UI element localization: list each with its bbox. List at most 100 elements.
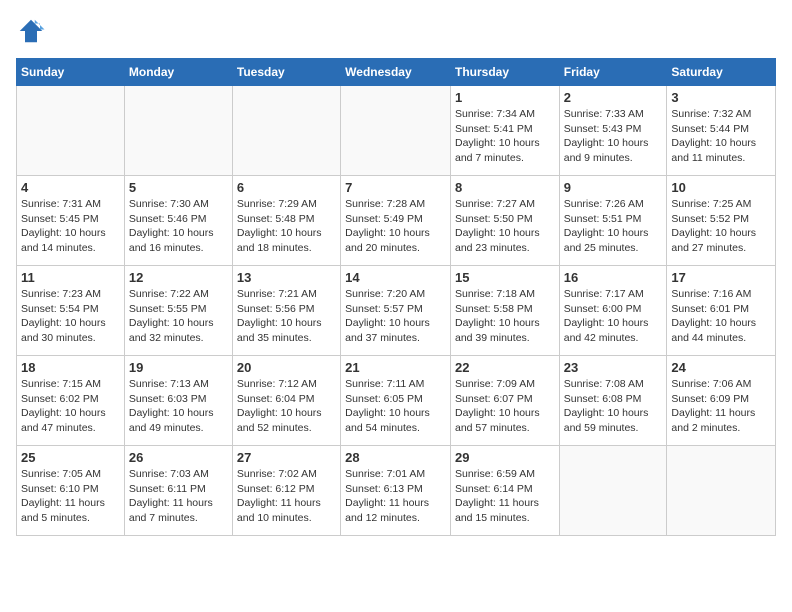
day-info: Sunrise: 7:08 AM Sunset: 6:08 PM Dayligh…: [564, 377, 663, 436]
logo: [16, 16, 50, 46]
calendar-cell: [667, 446, 776, 536]
day-info: Sunrise: 7:16 AM Sunset: 6:01 PM Dayligh…: [671, 287, 771, 346]
day-info: Sunrise: 7:03 AM Sunset: 6:11 PM Dayligh…: [129, 467, 228, 526]
calendar-week-row: 4 Sunrise: 7:31 AM Sunset: 5:45 PM Daylig…: [17, 176, 776, 266]
weekday-header: Saturday: [667, 59, 776, 86]
weekday-header: Thursday: [450, 59, 559, 86]
day-number: 11: [21, 270, 120, 285]
day-number: 26: [129, 450, 228, 465]
calendar-cell: 15Sunrise: 7:18 AM Sunset: 5:58 PM Dayli…: [450, 266, 559, 356]
calendar-cell: 23 Sunrise: 7:08 AM Sunset: 6:08 PM Dayli…: [559, 356, 667, 446]
day-info: Sunrise: 7:20 AM Sunset: 5:57 PM Dayligh…: [345, 287, 446, 346]
logo-icon: [16, 16, 46, 46]
calendar-week-row: 18 Sunrise: 7:15 AM Sunset: 6:02 PM Dayli…: [17, 356, 776, 446]
calendar-cell: 10 Sunrise: 7:25 AM Sunset: 5:52 PM Dayli…: [667, 176, 776, 266]
day-info: Sunrise: 7:13 AM Sunset: 6:03 PM Dayligh…: [129, 377, 228, 436]
day-info: Sunrise: 7:06 AM Sunset: 6:09 PM Dayligh…: [671, 377, 771, 436]
calendar-cell: 2 Sunrise: 7:33 AM Sunset: 5:43 PM Daylig…: [559, 86, 667, 176]
calendar-week-row: 25 Sunrise: 7:05 AM Sunset: 6:10 PM Dayli…: [17, 446, 776, 536]
calendar-cell: 17 Sunrise: 7:16 AM Sunset: 6:01 PM Dayli…: [667, 266, 776, 356]
day-number: 2: [564, 90, 663, 105]
day-number: 6: [237, 180, 336, 195]
calendar-cell: 29 Sunrise: 6:59 AM Sunset: 6:14 PM Dayli…: [450, 446, 559, 536]
calendar-cell: 12Sunrise: 7:22 AM Sunset: 5:55 PM Dayli…: [124, 266, 232, 356]
calendar-cell: 14 Sunrise: 7:20 AM Sunset: 5:57 PM Dayli…: [341, 266, 451, 356]
day-info: Sunrise: 7:31 AM Sunset: 5:45 PM Dayligh…: [21, 197, 120, 256]
day-number: 25: [21, 450, 120, 465]
day-info: Sunrise: 7:27 AM Sunset: 5:50 PM Dayligh…: [455, 197, 555, 256]
calendar-cell: [559, 446, 667, 536]
day-number: 14: [345, 270, 446, 285]
day-info: Sunrise: 7:30 AM Sunset: 5:46 PM Dayligh…: [129, 197, 228, 256]
calendar-week-row: 11 Sunrise: 7:23 AM Sunset: 5:54 PM Dayli…: [17, 266, 776, 356]
day-info: Sunrise: 7:17 AM Sunset: 6:00 PM Dayligh…: [564, 287, 663, 346]
day-number: 23: [564, 360, 663, 375]
day-number: 15: [455, 270, 555, 285]
calendar-cell: 28 Sunrise: 7:01 AM Sunset: 6:13 PM Dayli…: [341, 446, 451, 536]
day-info: Sunrise: 7:15 AM Sunset: 6:02 PM Dayligh…: [21, 377, 120, 436]
day-number: 16: [564, 270, 663, 285]
day-number: 8: [455, 180, 555, 195]
calendar-cell: 7 Sunrise: 7:28 AM Sunset: 5:49 PM Daylig…: [341, 176, 451, 266]
calendar-cell: [232, 86, 340, 176]
day-info: Sunrise: 7:34 AM Sunset: 5:41 PM Dayligh…: [455, 107, 555, 166]
calendar-body: 1Sunrise: 7:34 AM Sunset: 5:41 PM Daylig…: [17, 86, 776, 536]
calendar-cell: 5 Sunrise: 7:30 AM Sunset: 5:46 PM Daylig…: [124, 176, 232, 266]
day-number: 3: [671, 90, 771, 105]
calendar-cell: 4 Sunrise: 7:31 AM Sunset: 5:45 PM Daylig…: [17, 176, 125, 266]
day-number: 29: [455, 450, 555, 465]
day-info: Sunrise: 7:25 AM Sunset: 5:52 PM Dayligh…: [671, 197, 771, 256]
calendar-cell: 16 Sunrise: 7:17 AM Sunset: 6:00 PM Dayli…: [559, 266, 667, 356]
day-info: Sunrise: 7:28 AM Sunset: 5:49 PM Dayligh…: [345, 197, 446, 256]
calendar-table: SundayMondayTuesdayWednesdayThursdayFrid…: [16, 58, 776, 536]
day-info: Sunrise: 7:05 AM Sunset: 6:10 PM Dayligh…: [21, 467, 120, 526]
day-number: 28: [345, 450, 446, 465]
calendar-cell: 27 Sunrise: 7:02 AM Sunset: 6:12 PM Dayli…: [232, 446, 340, 536]
day-info: Sunrise: 7:12 AM Sunset: 6:04 PM Dayligh…: [237, 377, 336, 436]
calendar-cell: 25 Sunrise: 7:05 AM Sunset: 6:10 PM Dayli…: [17, 446, 125, 536]
day-number: 21: [345, 360, 446, 375]
calendar-cell: 13 Sunrise: 7:21 AM Sunset: 5:56 PM Dayli…: [232, 266, 340, 356]
calendar-cell: 9 Sunrise: 7:26 AM Sunset: 5:51 PM Daylig…: [559, 176, 667, 266]
weekday-header: Wednesday: [341, 59, 451, 86]
calendar-cell: 1Sunrise: 7:34 AM Sunset: 5:41 PM Daylig…: [450, 86, 559, 176]
weekday-header: Monday: [124, 59, 232, 86]
day-info: Sunrise: 7:32 AM Sunset: 5:44 PM Dayligh…: [671, 107, 771, 166]
calendar-header-row: SundayMondayTuesdayWednesdayThursdayFrid…: [17, 59, 776, 86]
calendar-cell: 6 Sunrise: 7:29 AM Sunset: 5:48 PM Daylig…: [232, 176, 340, 266]
day-info: Sunrise: 7:33 AM Sunset: 5:43 PM Dayligh…: [564, 107, 663, 166]
day-info: Sunrise: 7:23 AM Sunset: 5:54 PM Dayligh…: [21, 287, 120, 346]
day-info: Sunrise: 7:02 AM Sunset: 6:12 PM Dayligh…: [237, 467, 336, 526]
day-info: Sunrise: 7:01 AM Sunset: 6:13 PM Dayligh…: [345, 467, 446, 526]
day-number: 20: [237, 360, 336, 375]
day-info: Sunrise: 7:29 AM Sunset: 5:48 PM Dayligh…: [237, 197, 336, 256]
day-number: 19: [129, 360, 228, 375]
day-number: 9: [564, 180, 663, 195]
day-number: 4: [21, 180, 120, 195]
weekday-header: Tuesday: [232, 59, 340, 86]
calendar-cell: 21 Sunrise: 7:11 AM Sunset: 6:05 PM Dayli…: [341, 356, 451, 446]
calendar-cell: [17, 86, 125, 176]
day-info: Sunrise: 6:59 AM Sunset: 6:14 PM Dayligh…: [455, 467, 555, 526]
day-info: Sunrise: 7:26 AM Sunset: 5:51 PM Dayligh…: [564, 197, 663, 256]
day-info: Sunrise: 7:09 AM Sunset: 6:07 PM Dayligh…: [455, 377, 555, 436]
day-number: 12: [129, 270, 228, 285]
day-number: 13: [237, 270, 336, 285]
day-number: 10: [671, 180, 771, 195]
calendar-cell: [124, 86, 232, 176]
weekday-header: Sunday: [17, 59, 125, 86]
weekday-header: Friday: [559, 59, 667, 86]
day-info: Sunrise: 7:21 AM Sunset: 5:56 PM Dayligh…: [237, 287, 336, 346]
day-number: 18: [21, 360, 120, 375]
calendar-cell: 18 Sunrise: 7:15 AM Sunset: 6:02 PM Dayli…: [17, 356, 125, 446]
day-number: 5: [129, 180, 228, 195]
calendar-cell: 8 Sunrise: 7:27 AM Sunset: 5:50 PM Daylig…: [450, 176, 559, 266]
day-number: 27: [237, 450, 336, 465]
calendar-week-row: 1Sunrise: 7:34 AM Sunset: 5:41 PM Daylig…: [17, 86, 776, 176]
day-number: 17: [671, 270, 771, 285]
day-info: Sunrise: 7:11 AM Sunset: 6:05 PM Dayligh…: [345, 377, 446, 436]
calendar-cell: 11 Sunrise: 7:23 AM Sunset: 5:54 PM Dayli…: [17, 266, 125, 356]
day-number: 7: [345, 180, 446, 195]
calendar-cell: 26 Sunrise: 7:03 AM Sunset: 6:11 PM Dayli…: [124, 446, 232, 536]
day-number: 24: [671, 360, 771, 375]
